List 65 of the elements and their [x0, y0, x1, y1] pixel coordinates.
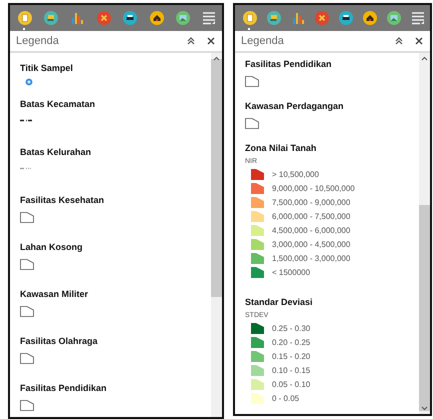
class-label: 0.05 - 0.10 — [272, 380, 310, 388]
scroll-up-icon[interactable] — [421, 56, 428, 61]
close-button[interactable] — [414, 36, 424, 46]
layers-icon[interactable] — [44, 11, 58, 25]
home-icon[interactable] — [150, 11, 164, 25]
point-marker-icon — [25, 78, 33, 86]
polygon-symbol-icon — [20, 353, 34, 364]
legend-layer-title: Kawasan Perdagangan — [245, 100, 345, 112]
polygon-symbol-icon — [245, 118, 259, 129]
image-icon[interactable] — [386, 11, 400, 25]
menu-icon[interactable] — [410, 11, 424, 25]
legend-layer-title: Fasilitas Olahraga — [20, 335, 99, 347]
class-label: 9,000,000 - 10,500,000 — [272, 184, 355, 192]
legend-layer-title: Batas Kecamatan — [20, 98, 96, 110]
class-label: 1,500,000 - 3,000,000 — [272, 254, 350, 262]
class-label: 3,000,000 - 4,500,000 — [272, 240, 350, 248]
close-button[interactable] — [206, 36, 216, 46]
dotted-line-icon — [20, 167, 32, 170]
polygon-symbol-icon — [20, 400, 34, 411]
panel-title: Legenda — [16, 35, 60, 47]
legend-layer-title: Fasilitas Pendidikan — [245, 58, 333, 70]
class-label: > 10,500,000 — [272, 170, 319, 178]
legend-layer-title: Titik Sampel — [20, 62, 74, 74]
polygon-symbol-icon — [245, 76, 259, 87]
printer-icon[interactable] — [123, 11, 138, 25]
legend-layer-title: Kawasan Militer — [20, 288, 90, 300]
scrollbar-thumb[interactable] — [419, 205, 430, 411]
legend-layer-title: Fasilitas Pendidikan — [20, 382, 108, 394]
x-circle-icon[interactable] — [314, 11, 328, 25]
legend-layer-title: Fasilitas Kesehatan — [20, 194, 106, 206]
layers-icon[interactable] — [266, 11, 280, 25]
legend-layer-title: Standar Deviasi — [245, 296, 314, 308]
menu-icon[interactable] — [202, 11, 216, 25]
bar-chart-icon[interactable] — [290, 11, 304, 25]
home-icon[interactable] — [362, 11, 376, 25]
polygon-symbol-icon — [20, 306, 34, 317]
panel-title: Legenda — [241, 35, 285, 47]
class-label: 6,000,000 - 7,500,000 — [272, 212, 350, 220]
polygon-symbol-icon — [20, 212, 34, 223]
legend-layer-title: Batas Kelurahan — [20, 146, 92, 158]
scrollbar-thumb[interactable] — [211, 59, 222, 297]
polygon-symbol-icon — [20, 259, 34, 270]
scroll-down-icon[interactable] — [421, 406, 428, 411]
scroll-up-icon[interactable] — [213, 56, 220, 61]
bar-chart-icon[interactable] — [70, 11, 84, 25]
class-label: 4,500,000 - 6,000,000 — [272, 226, 350, 234]
dash-dot-line-icon — [20, 119, 32, 122]
scrollbar[interactable] — [211, 53, 222, 417]
collapse-button[interactable] — [186, 36, 196, 46]
x-circle-icon[interactable] — [96, 11, 111, 25]
class-label: 0.15 - 0.20 — [272, 352, 310, 360]
collapse-button[interactable] — [394, 36, 404, 46]
image-icon[interactable] — [176, 11, 190, 25]
class-label: 7,500,000 - 9,000,000 — [272, 198, 350, 206]
class-label: 0.10 - 0.15 — [272, 366, 310, 374]
class-label: 0.20 - 0.25 — [272, 338, 310, 346]
scrollbar[interactable] — [419, 53, 430, 414]
printer-icon[interactable] — [338, 11, 352, 25]
page-icon[interactable] — [18, 11, 32, 25]
page-icon[interactable] — [242, 11, 256, 25]
legend-layer-title: Zona Nilai Tanah — [245, 142, 318, 154]
class-label: 0.25 - 0.30 — [272, 324, 310, 332]
class-label: < 1500000 — [272, 268, 310, 276]
class-label: 0 - 0.05 — [272, 394, 300, 402]
legend-layer-title: Lahan Kosong — [20, 241, 84, 253]
